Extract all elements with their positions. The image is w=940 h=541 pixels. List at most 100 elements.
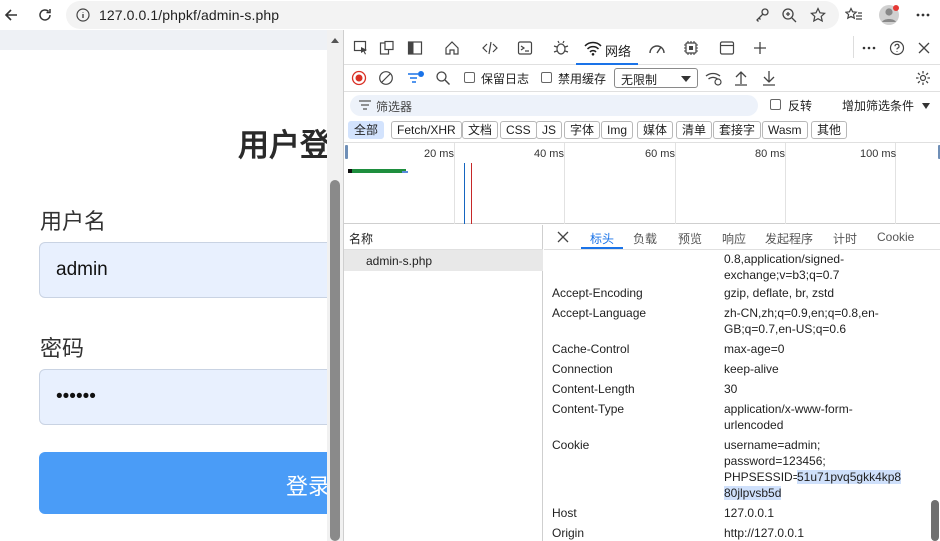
filter-input[interactable]: 筛选器 — [350, 95, 758, 116]
type-chip-wasm[interactable]: Wasm — [762, 121, 808, 139]
request-waterfall-download — [402, 171, 408, 173]
header-name: Accept-Language — [552, 306, 647, 320]
username-input[interactable]: admin — [39, 242, 343, 298]
invert-checkbox[interactable] — [770, 99, 781, 110]
request-list-header[interactable]: 名称 — [344, 225, 543, 250]
favorites-icon[interactable] — [843, 4, 865, 26]
type-chip-manifest[interactable]: 清单 — [676, 121, 713, 139]
key-icon[interactable] — [752, 5, 772, 25]
address-bar[interactable]: 127.0.0.1/phpkf/admin-s.php — [66, 1, 839, 29]
tab-preview[interactable]: 预览 — [678, 230, 702, 247]
more-filters-chevron-icon[interactable] — [922, 103, 930, 109]
search-icon[interactable] — [433, 69, 453, 87]
timeline-tick-label: 20 ms — [424, 148, 454, 160]
tab-headers[interactable]: 标头 — [590, 230, 614, 247]
disable-cache-checkbox[interactable] — [541, 72, 552, 83]
sources-bug-icon[interactable] — [550, 38, 572, 58]
preserve-log-checkbox[interactable] — [464, 72, 475, 83]
console-icon[interactable] — [514, 38, 536, 58]
export-har-icon[interactable] — [759, 69, 779, 87]
request-waterfall-bar — [348, 169, 406, 173]
tab-payload[interactable]: 负载 — [633, 230, 657, 247]
welcome-home-icon[interactable] — [441, 38, 463, 58]
settings-gear-icon[interactable] — [913, 69, 933, 87]
scroll-up-icon[interactable] — [331, 38, 339, 43]
resource-type-filters: 全部 Fetch/XHR 文档 CSS JS 字体 Img 媒体 清单 套接字 … — [344, 118, 940, 142]
close-detail-icon[interactable] — [557, 231, 569, 243]
password-input[interactable]: •••••• — [39, 369, 343, 425]
throttling-value: 无限制 — [621, 73, 658, 87]
header-name: Content-Length — [552, 382, 635, 396]
record-icon[interactable] — [349, 69, 369, 87]
browser-toolbar: 127.0.0.1/phpkf/admin-s.php — [0, 0, 940, 30]
import-har-icon[interactable] — [731, 69, 751, 87]
network-conditions-icon[interactable] — [704, 69, 724, 87]
zoom-icon[interactable] — [779, 5, 799, 25]
close-devtools-icon[interactable] — [913, 38, 935, 58]
header-name: Content-Type — [552, 402, 625, 416]
type-chip-fetch-xhr[interactable]: Fetch/XHR — [391, 121, 462, 139]
performance-icon[interactable] — [646, 38, 668, 58]
table-row[interactable]: admin-s.php — [344, 250, 543, 271]
header-value: 30 — [724, 382, 738, 396]
tab-cookies[interactable]: Cookie — [877, 230, 914, 244]
application-icon[interactable] — [716, 38, 738, 58]
tabbar-divider — [853, 36, 854, 58]
password-value: •••••• — [56, 386, 96, 407]
header-value: 0.8,application/signed- exchange;v=b3;q=… — [724, 252, 845, 282]
more-filters-button[interactable]: 增加筛选条件 — [842, 97, 914, 114]
scroll-thumb[interactable] — [931, 500, 939, 541]
network-overview-timeline[interactable]: 20 ms 40 ms 60 ms 80 ms 100 ms — [344, 142, 940, 224]
header-value: keep-alive — [724, 362, 779, 376]
header-name: Cookie — [552, 438, 590, 452]
timeline-gridline — [454, 143, 455, 224]
star-icon[interactable] — [808, 5, 828, 25]
type-chip-socket[interactable]: 套接字 — [713, 121, 762, 139]
help-icon[interactable] — [886, 38, 908, 58]
back-icon[interactable] — [0, 4, 22, 26]
username-value: admin — [56, 259, 108, 280]
avatar[interactable] — [878, 4, 900, 26]
url-text: 127.0.0.1/phpkf/admin-s.php — [99, 7, 280, 23]
tab-timing[interactable]: 计时 — [833, 230, 857, 247]
login-button[interactable]: 登录 — [39, 452, 343, 514]
throttling-select[interactable]: 无限制 — [614, 68, 698, 88]
timeline-gridline — [564, 143, 565, 224]
dock-icon[interactable] — [404, 38, 426, 58]
login-button-label: 登录 — [286, 474, 331, 499]
type-chip-other[interactable]: 其他 — [811, 121, 848, 139]
type-chip-css[interactable]: CSS — [500, 121, 537, 139]
type-chip-doc[interactable]: 文档 — [462, 121, 499, 139]
tab-response[interactable]: 响应 — [722, 230, 746, 247]
clear-icon[interactable] — [376, 69, 396, 87]
inspect-element-icon[interactable] — [350, 38, 372, 58]
type-chip-img[interactable]: Img — [601, 121, 634, 139]
filter-toggle-icon[interactable] — [406, 69, 426, 87]
page-scrollbar[interactable] — [327, 30, 343, 541]
type-chip-media[interactable]: 媒体 — [637, 121, 674, 139]
add-tool-icon[interactable] — [749, 38, 771, 58]
request-list: 名称 admin-s.php — [344, 225, 543, 541]
menu-icon[interactable] — [912, 4, 934, 26]
filter-icon — [359, 100, 371, 110]
scroll-thumb[interactable] — [330, 180, 340, 541]
type-chip-all[interactable]: 全部 — [348, 121, 385, 139]
detail-scrollbar[interactable] — [929, 250, 940, 541]
preserve-log-label: 保留日志 — [481, 72, 530, 86]
more-tools-icon[interactable] — [858, 38, 880, 58]
timeline-left-handle[interactable] — [345, 145, 348, 159]
tab-network[interactable]: 网络 — [576, 32, 638, 65]
elements-code-icon[interactable] — [479, 38, 501, 58]
tab-initiator[interactable]: 发起程序 — [765, 230, 813, 247]
timeline-tick-label: 100 ms — [860, 148, 897, 160]
site-info-icon[interactable] — [73, 5, 93, 25]
device-toolbar-icon[interactable] — [376, 38, 398, 58]
type-chip-font[interactable]: 字体 — [564, 121, 601, 139]
load-event-marker — [471, 163, 472, 224]
request-headers-list: 0.8,application/signed- exchange;v=b3;q=… — [544, 250, 929, 541]
memory-icon[interactable] — [680, 38, 702, 58]
reload-icon[interactable] — [34, 4, 56, 26]
type-chip-js[interactable]: JS — [536, 121, 563, 139]
header-name: Origin — [552, 526, 585, 540]
header-value: 127.0.0.1 — [724, 506, 775, 520]
